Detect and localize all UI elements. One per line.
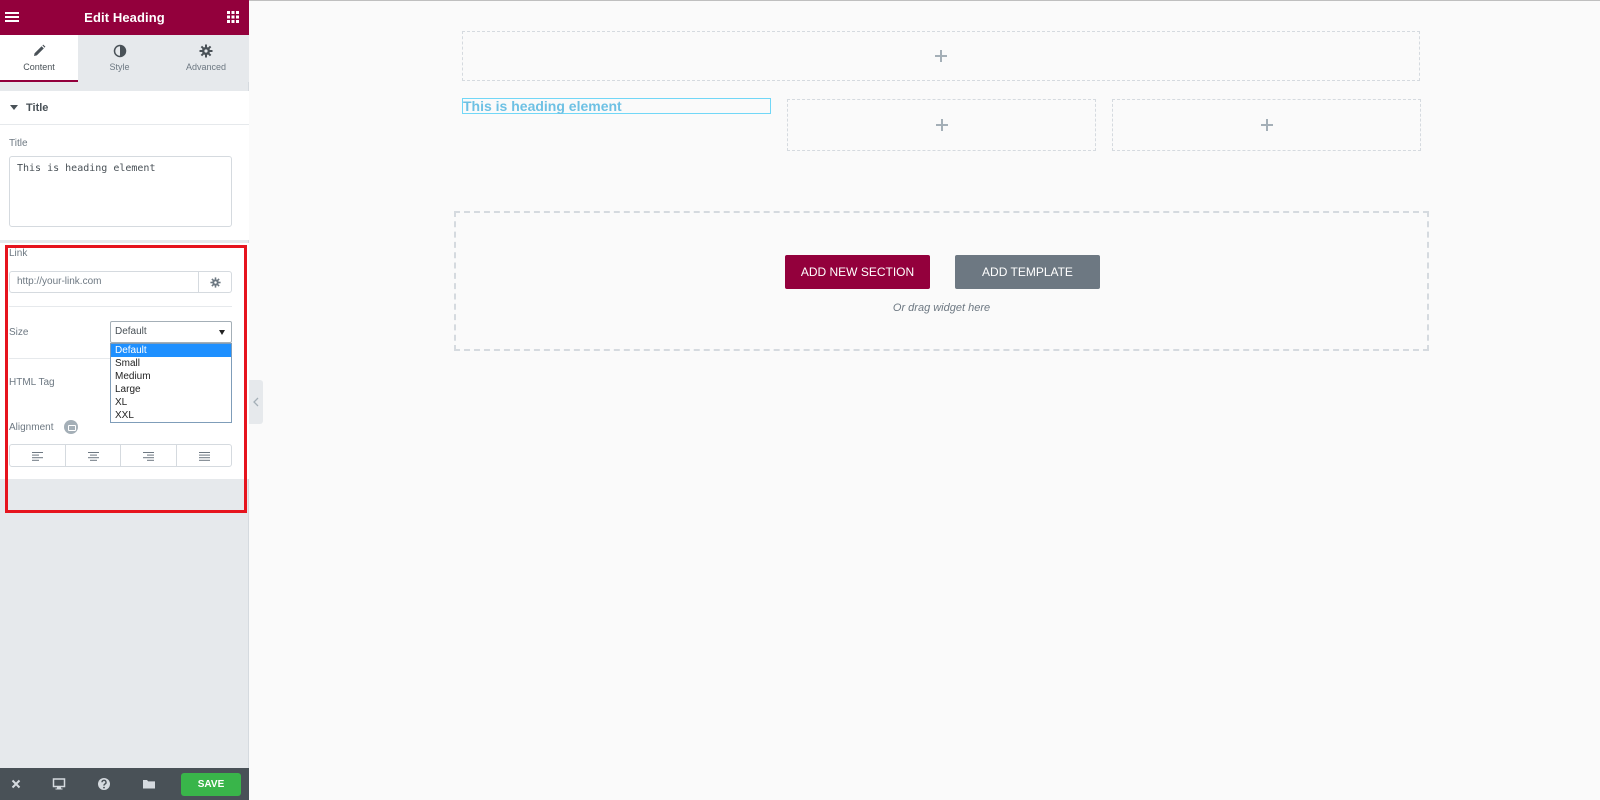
tab-content-label: Content bbox=[23, 62, 55, 72]
panel-tabs: Content Style Advanced bbox=[0, 35, 249, 82]
section-title-label: Title bbox=[26, 102, 49, 114]
widgets-grid-icon[interactable] bbox=[227, 11, 239, 23]
empty-column-top[interactable] bbox=[462, 31, 1420, 81]
size-dropdown-list: Default Small Medium Large XL XXL bbox=[110, 343, 232, 423]
size-select[interactable]: Default bbox=[110, 321, 232, 343]
title-field-label: Title bbox=[9, 138, 28, 149]
align-center-button[interactable] bbox=[66, 445, 121, 466]
alignment-label: Alignment bbox=[9, 422, 54, 433]
plus-icon bbox=[935, 119, 948, 131]
help-icon[interactable] bbox=[97, 777, 111, 791]
title-textarea[interactable]: This is heading element bbox=[9, 156, 232, 227]
align-left-icon bbox=[32, 451, 44, 461]
tab-style[interactable]: Style bbox=[78, 35, 161, 82]
align-right-button[interactable] bbox=[121, 445, 177, 466]
tab-advanced[interactable]: Advanced bbox=[163, 35, 249, 82]
align-justify-icon bbox=[198, 451, 210, 461]
size-option-xxl[interactable]: XXL bbox=[111, 409, 231, 422]
desktop-icon[interactable] bbox=[52, 777, 66, 791]
drag-widget-hint: Or drag widget here bbox=[892, 302, 991, 314]
folder-icon[interactable] bbox=[142, 777, 156, 791]
plus-icon bbox=[1260, 119, 1273, 131]
align-right-icon bbox=[143, 451, 155, 461]
add-section-dropzone: ADD NEW SECTION ADD TEMPLATE Or drag wid… bbox=[454, 211, 1429, 351]
pencil-icon bbox=[34, 44, 46, 56]
link-field-label: Link bbox=[9, 248, 28, 259]
chevron-left-icon bbox=[253, 397, 259, 407]
panel-header: Edit Heading bbox=[0, 0, 249, 35]
link-size-controls: Link http://your-link.com Size Default D… bbox=[0, 243, 249, 479]
panel-footer: SAVE bbox=[0, 768, 249, 800]
dropdown-arrow-icon bbox=[219, 330, 225, 335]
collapse-panel-handle[interactable] bbox=[249, 380, 263, 424]
size-option-small[interactable]: Small bbox=[111, 357, 231, 370]
panel-title: Edit Heading bbox=[84, 10, 165, 25]
align-justify-button[interactable] bbox=[177, 445, 232, 466]
tab-style-label: Style bbox=[109, 62, 130, 72]
add-new-section-button[interactable]: ADD NEW SECTION bbox=[785, 255, 930, 289]
tab-advanced-label: Advanced bbox=[185, 62, 227, 72]
plus-icon bbox=[935, 50, 947, 62]
empty-column-right[interactable] bbox=[1112, 99, 1421, 151]
section-toggle-title[interactable]: Title bbox=[0, 91, 249, 125]
editor-sidebar: Edit Heading Content Style Advanced Titl… bbox=[0, 0, 249, 800]
title-control: Title This is heading element bbox=[0, 125, 249, 240]
link-options-button[interactable] bbox=[199, 271, 232, 293]
alignment-choices bbox=[9, 444, 232, 467]
size-option-medium[interactable]: Medium bbox=[111, 370, 231, 383]
half-circle-icon bbox=[113, 44, 126, 58]
responsive-device-icon[interactable] bbox=[64, 420, 78, 434]
size-option-xl[interactable]: XL bbox=[111, 396, 231, 409]
divider bbox=[9, 358, 110, 359]
empty-column-middle[interactable] bbox=[787, 99, 1096, 151]
gear-icon bbox=[210, 277, 221, 288]
link-url-input[interactable]: http://your-link.com bbox=[9, 271, 199, 293]
add-template-button[interactable]: ADD TEMPLATE bbox=[955, 255, 1100, 289]
html-tag-label: HTML Tag bbox=[9, 377, 55, 388]
tab-content[interactable]: Content bbox=[0, 35, 78, 82]
size-field-label: Size bbox=[9, 327, 29, 338]
divider bbox=[9, 306, 232, 307]
align-center-icon bbox=[87, 451, 99, 461]
gear-icon bbox=[199, 44, 213, 58]
size-option-default[interactable]: Default bbox=[111, 344, 231, 357]
size-select-value: Default bbox=[115, 326, 147, 337]
size-option-large[interactable]: Large bbox=[111, 383, 231, 396]
canvas-top-border bbox=[249, 0, 1600, 1]
close-icon[interactable] bbox=[9, 777, 23, 791]
align-left-button[interactable] bbox=[10, 445, 66, 466]
caret-down-icon bbox=[10, 105, 18, 110]
save-button[interactable]: SAVE bbox=[181, 773, 241, 796]
heading-widget[interactable]: This is heading element bbox=[462, 98, 771, 114]
